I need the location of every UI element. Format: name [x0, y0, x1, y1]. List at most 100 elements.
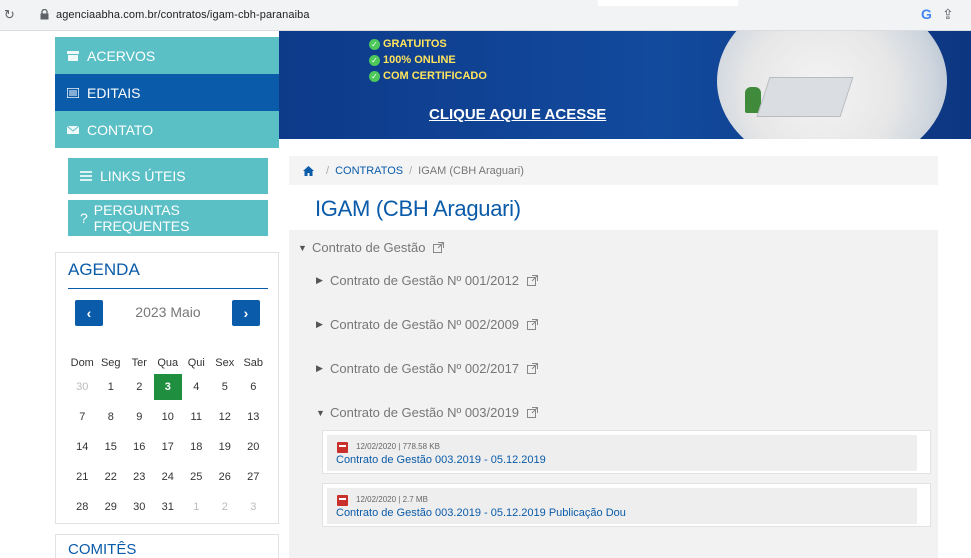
calendar-day[interactable]: 29	[97, 494, 126, 520]
calendar-day[interactable]: 20	[239, 434, 268, 460]
calendar-day[interactable]: 28	[68, 494, 97, 520]
agenda-title: AGENDA	[68, 260, 140, 279]
calendar-day[interactable]: 2	[125, 374, 154, 400]
calendar-day[interactable]: 12	[211, 404, 240, 430]
calendar-day[interactable]: 9	[125, 404, 154, 430]
file-meta: 12/02/2020 | 778.58 KB	[356, 442, 440, 451]
calendar-day[interactable]: 1	[97, 374, 126, 400]
calendar-day[interactable]: 11	[182, 404, 211, 430]
file-link[interactable]: Contrato de Gestão 003.2019 - 05.12.2019…	[336, 507, 626, 519]
menu-item-editais[interactable]: EDITAIS	[55, 74, 279, 111]
calendar-week-row: 7 8 9 10 11 12 13	[68, 402, 268, 432]
perguntas-frequentes-button[interactable]: ? PERGUNTAS FREQUENTES	[68, 200, 268, 236]
caret-down-icon: ▼	[316, 407, 325, 418]
calendar-week-row: 30 1 2 3 4 5 6	[68, 372, 268, 402]
check-icon: ✓	[369, 38, 380, 50]
calendar-day[interactable]: 17	[154, 434, 183, 460]
question-icon: ?	[80, 210, 88, 226]
calendar-day[interactable]: 27	[239, 464, 268, 490]
caret-down-icon: ▼	[298, 242, 307, 253]
calendar-weekdays: Dom Seg Ter Qua Qui Sex Sab	[68, 357, 268, 369]
calendar-day[interactable]: 2	[211, 494, 240, 520]
file-item[interactable]: 12/02/2020 | 778.58 KB Contrato de Gestã…	[322, 430, 931, 474]
url-field[interactable]: agenciaabha.com.br/contratos/igam-cbh-pa…	[56, 9, 310, 21]
file-item-body: 12/02/2020 | 2.7 MB Contrato de Gestão 0…	[327, 488, 917, 524]
calendar-day[interactable]: 13	[239, 404, 268, 430]
file-link[interactable]: Contrato de Gestão 003.2019 - 05.12.2019	[336, 454, 546, 466]
breadcrumb-separator: /	[409, 164, 413, 177]
breadcrumb-contratos-link[interactable]: CONTRATOS	[335, 165, 403, 177]
menu-item-label: CONTATO	[87, 121, 154, 138]
external-link-icon[interactable]	[527, 275, 539, 286]
banner-photo	[717, 31, 947, 139]
reload-icon[interactable]: ↻	[4, 7, 15, 23]
calendar-day[interactable]: 30	[68, 374, 97, 400]
calendar-day[interactable]: 8	[97, 404, 126, 430]
calendar-week-row: 28 29 30 31 1 2 3	[68, 492, 268, 522]
calendar-day[interactable]: 26	[211, 464, 240, 490]
calendar-day[interactable]: 23	[125, 464, 154, 490]
calendar-month-label: 2023 Maio	[135, 304, 201, 320]
external-link-icon[interactable]	[433, 242, 445, 253]
menu-item-acervos[interactable]: ACERVOS	[55, 37, 279, 74]
calendar-day[interactable]: 30	[125, 494, 154, 520]
calendar-day[interactable]: 25	[182, 464, 211, 490]
tree-root-node[interactable]: ▼ Contrato de Gestão	[298, 240, 445, 255]
calendar-day[interactable]: 6	[239, 374, 268, 400]
tree-node-expanded[interactable]: ▼ Contrato de Gestão Nº 003/2019	[316, 405, 539, 420]
calendar-day[interactable]: 14	[68, 434, 97, 460]
chevron-left-icon: ‹	[86, 305, 92, 321]
calendar-day[interactable]: 5	[211, 374, 240, 400]
calendar-day[interactable]: 31	[154, 494, 183, 520]
calendar-day[interactable]: 4	[182, 374, 211, 400]
tree-node[interactable]: ▶ Contrato de Gestão Nº 002/2017	[316, 361, 539, 376]
google-icon[interactable]: G	[921, 6, 932, 22]
links-uteis-button[interactable]: LINKS ÚTEIS	[68, 158, 268, 194]
links-uteis-label: LINKS ÚTEIS	[100, 168, 186, 184]
agenda-divider	[68, 288, 268, 289]
menu-item-contato[interactable]: CONTATO	[55, 111, 279, 148]
calendar-next-button[interactable]: ›	[232, 300, 260, 326]
calendar-day[interactable]: 24	[154, 464, 183, 490]
calendar-prev-button[interactable]: ‹	[75, 300, 103, 326]
external-link-icon[interactable]	[527, 319, 539, 330]
calendar-day[interactable]: 10	[154, 404, 183, 430]
calendar-day[interactable]: 1	[182, 494, 211, 520]
tree-node[interactable]: ▶ Contrato de Gestão Nº 001/2012	[316, 273, 539, 288]
calendar-day[interactable]: 22	[97, 464, 126, 490]
list-icon	[80, 171, 92, 181]
calendar-day[interactable]: 19	[211, 434, 240, 460]
home-icon[interactable]	[303, 165, 314, 176]
calendar-weekday: Sab	[243, 357, 264, 369]
external-link-icon[interactable]	[527, 363, 539, 374]
perguntas-frequentes-label: PERGUNTAS FREQUENTES	[93, 202, 190, 234]
banner-cta-link[interactable]: CLIQUE AQUI E ACESSE	[429, 106, 606, 123]
calendar-weekday: Sex	[215, 357, 235, 369]
share-icon[interactable]: ⇪	[942, 6, 954, 23]
laptop-image	[756, 77, 854, 117]
calendar-day[interactable]: 7	[68, 404, 97, 430]
course-banner[interactable]: ✓ GRATUITOS ✓ 100% ONLINE ✓ COM CERTIFICADO…	[279, 31, 971, 139]
banner-feature-label: GRATUITOS	[383, 38, 447, 50]
calendar-weekday: Ter	[131, 357, 147, 369]
calendar-day[interactable]: 3	[239, 494, 268, 520]
calendar-day[interactable]: 18	[182, 434, 211, 460]
breadcrumb-current: IGAM (CBH Araguari)	[418, 164, 524, 177]
external-link-icon[interactable]	[527, 407, 539, 418]
comites-title: COMITÊS	[68, 541, 137, 558]
calendar-day[interactable]: 21	[68, 464, 97, 490]
lock-icon	[40, 9, 49, 20]
tree-node-label: Contrato de Gestão	[312, 240, 426, 255]
calendar-day-today[interactable]: 3	[153, 374, 182, 400]
breadcrumb: / CONTRATOS / IGAM (CBH Araguari)	[289, 156, 938, 185]
tab-strip-gap	[598, 0, 738, 6]
menu-item-label: ACERVOS	[87, 47, 156, 64]
file-item[interactable]: 12/02/2020 | 2.7 MB Contrato de Gestão 0…	[322, 483, 931, 527]
chevron-right-icon: ›	[243, 305, 249, 321]
calendar-day[interactable]: 16	[125, 434, 154, 460]
page-title: IGAM (CBH Araguari)	[315, 196, 521, 221]
tree-node-label: Contrato de Gestão Nº 002/2009	[330, 317, 520, 332]
calendar-day[interactable]: 15	[97, 434, 126, 460]
tree-node[interactable]: ▶ Contrato de Gestão Nº 002/2009	[316, 317, 539, 332]
calendar-week-row: 14 15 16 17 18 19 20	[68, 432, 268, 462]
